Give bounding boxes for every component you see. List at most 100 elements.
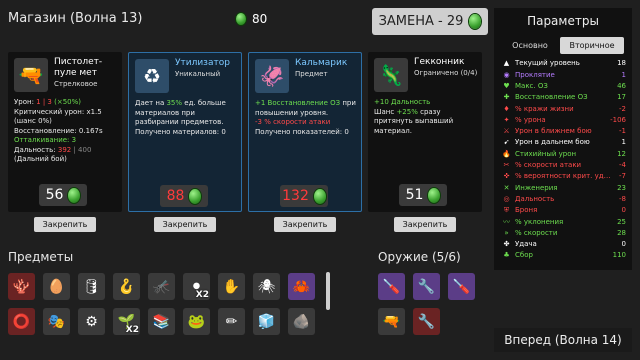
stat-row: ♣ Сбор 110 (502, 250, 626, 261)
wrench-icon[interactable]: 🔧 (413, 308, 440, 335)
stat-value: 1 (621, 138, 626, 147)
item-glyph: 🦀 (292, 278, 311, 295)
stat-value: -1 (619, 127, 626, 136)
stat-row: ⚔ Урон в ближнем бою -1 (502, 126, 626, 137)
crit-icon: ✜ (503, 172, 510, 181)
regen-icon: ✚ (503, 93, 510, 102)
price-value: 132 (282, 188, 309, 204)
weapon-glyph: 🔧 (417, 313, 436, 330)
spider-icon[interactable]: 🕷 (253, 273, 280, 300)
gear-icon[interactable]: ⚙ (78, 308, 105, 335)
recycler-icon: ♻ (135, 59, 169, 93)
card-name: Кальмарик (295, 58, 348, 68)
card-subtitle: Стрелковое (54, 80, 98, 88)
shop-card[interactable]: 🔫 Пистолет-пуле мет Стрелковое Урон: 1 |… (8, 52, 122, 212)
item-glyph: 🕷 (257, 278, 276, 295)
lock-button[interactable]: Закрепить (34, 217, 96, 232)
item-glyph: 🪨 (292, 313, 311, 330)
material-gem-icon (469, 14, 482, 29)
shop-card[interactable]: ♻ Утилизатор Уникальный Дает на 35% ед. … (128, 52, 242, 212)
lock-button[interactable]: Закрепить (274, 217, 336, 232)
next-wave-button[interactable]: Вперед (Волна 14) (494, 328, 632, 352)
shredder-icon[interactable]: 🔧 (413, 273, 440, 300)
pencil-icon[interactable]: ✏ (218, 308, 245, 335)
stat-name: % скорости (515, 228, 558, 237)
life-ring-icon[interactable]: ⭕ (8, 308, 35, 335)
curse-icon: ◉ (503, 70, 510, 79)
card-desc-segment: | 400 (71, 145, 92, 154)
weapon-glyph: 🔫 (382, 313, 401, 330)
sprout-icon[interactable]: 🌱 X2 (113, 308, 140, 335)
card-desc-segment: 35% (166, 99, 183, 107)
screwdriver-icon[interactable]: 🪛 (378, 273, 405, 300)
stat-row: ⛨ Броня 0 (502, 205, 626, 216)
price-tag: 51 (399, 184, 447, 206)
material-gem-icon (236, 13, 246, 25)
card-description: Урон: 1 | 3 (×50%) Критический урон: x1.5… (14, 98, 118, 165)
card-desc-segment: Восстановление: 0.167s (14, 126, 103, 135)
item-glyph: 🪝 (117, 278, 136, 295)
shop-card[interactable]: 🦑 Кальмарик Предмет +1 Восстановление ОЗ… (248, 52, 362, 212)
luck-icon: ✤ (503, 240, 510, 249)
mask-icon[interactable]: 🎭 (43, 308, 70, 335)
price-value: 56 (45, 187, 64, 203)
lock-button[interactable]: Закрепить (154, 217, 216, 232)
reroll-button[interactable]: ЗАМЕНА - 29 (372, 8, 488, 35)
ranged-icon: ➹ (503, 138, 510, 147)
rock-icon[interactable]: 🪨 (288, 308, 315, 335)
hand-icon[interactable]: ✋ (218, 273, 245, 300)
stat-name: Восстановление ОЗ (515, 93, 588, 102)
coral-icon[interactable]: 🪸 (8, 273, 35, 300)
card-name: Гекконник (414, 57, 465, 67)
items-title: Предметы (8, 250, 74, 264)
stat-row: ◎ Дальность -8 (502, 194, 626, 205)
card-name: Пистолет-пуле мет (54, 57, 103, 78)
stat-row: ▲ Текущий уровень 18 (502, 58, 626, 69)
speed-icon: » (504, 228, 509, 237)
stat-value: 28 (617, 228, 626, 237)
tab-secondary[interactable]: Вторичное (560, 37, 624, 54)
stat-row: ✚ Восстановление ОЗ 17 (502, 92, 626, 103)
shop-card[interactable]: 🦎 Гекконник Ограничено (0/4) +10 Дальнос… (368, 52, 482, 212)
items-scrollbar[interactable] (326, 272, 330, 310)
screwdriver-icon[interactable]: 🪛 (448, 273, 475, 300)
item-glyph: 🥚 (47, 278, 66, 295)
stat-value: 17 (617, 93, 626, 102)
item-glyph: 📚 (152, 313, 171, 330)
elemental-icon: 🔥 (502, 149, 511, 158)
melee-icon: ⚔ (503, 127, 510, 136)
stat-name: Текущий уровень (515, 59, 580, 68)
turret-icon[interactable]: 🔫 (378, 308, 405, 335)
stat-value: -4 (619, 161, 626, 170)
books-icon[interactable]: 📚 (148, 308, 175, 335)
harvesting-icon: ♣ (503, 251, 510, 260)
claw-icon[interactable]: 🦀 (288, 273, 315, 300)
stat-name: Урон в ближнем бою (515, 127, 592, 136)
card-desc-segment: Получено материалов: 0 (135, 127, 226, 136)
stat-row: ◉ Проклятие 1 (502, 69, 626, 80)
stat-row: ♥ Макс. ОЗ 46 (502, 81, 626, 92)
stat-value: 46 (617, 81, 626, 90)
tab-primary[interactable]: Основно (500, 37, 560, 54)
egg-face-icon[interactable]: 🥚 (43, 273, 70, 300)
damage-icon: ✦ (503, 115, 510, 124)
item-glyph: 🛢 (82, 278, 101, 295)
barrel-icon[interactable]: 🛢 (78, 273, 105, 300)
price-value: 88 (166, 188, 185, 204)
hook-icon[interactable]: 🪝 (113, 273, 140, 300)
material-gem-icon (428, 187, 441, 203)
item-glyph: 🪸 (12, 278, 31, 295)
weapon-glyph: 🔧 (417, 278, 436, 295)
card-desc-segment: -3 % скорости атаки (255, 118, 331, 126)
stat-row: ✦ % урона -106 (502, 115, 626, 126)
frog-icon[interactable]: 🐸 (183, 308, 210, 335)
material-gem-icon (313, 188, 326, 204)
ice-cube-icon[interactable]: 🧊 (253, 308, 280, 335)
lock-button[interactable]: Закрепить (394, 217, 456, 232)
mosquito-icon[interactable]: 🦟 (148, 273, 175, 300)
item-glyph: ✏ (225, 313, 238, 330)
attack-speed-icon: ✂ (503, 161, 510, 170)
materials-counter: 80 (236, 12, 267, 26)
item-glyph: 🎭 (47, 313, 66, 330)
beads-icon[interactable]: ⚫ X2 (183, 273, 210, 300)
